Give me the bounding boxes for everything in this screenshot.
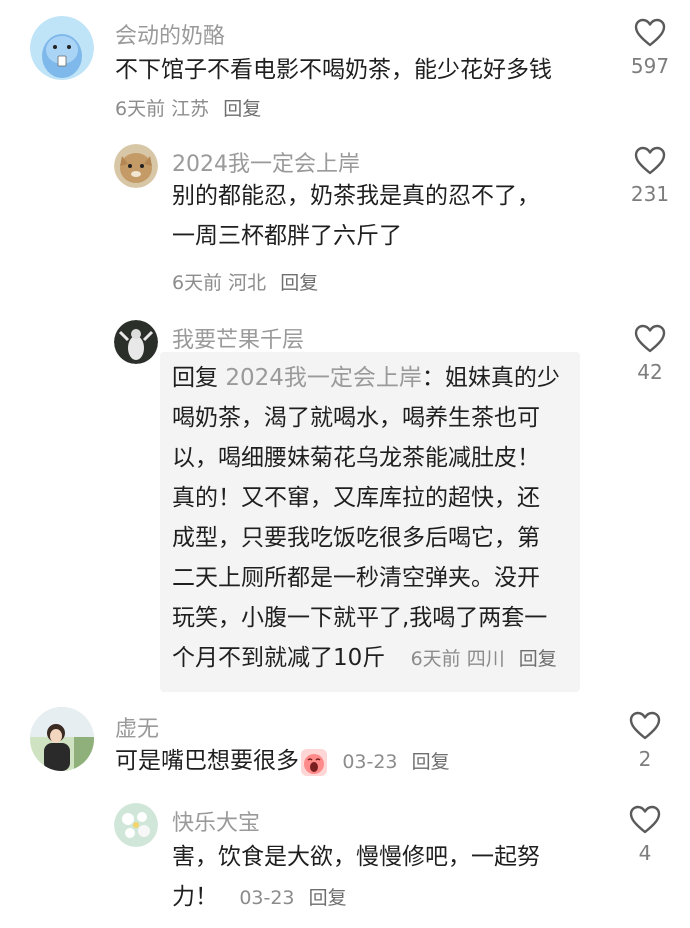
comment-line-text: 个月不到就减了10斤: [172, 645, 386, 671]
like-count: 231: [630, 182, 670, 206]
like-count: 42: [637, 360, 663, 384]
comment-line: 力！ 03-23 回复: [172, 877, 602, 918]
comment-time: 03-23: [342, 751, 398, 773]
comment-line: 玩笑，小腹一下就平了,我喝了两套一: [172, 605, 548, 631]
comment-line: 成型，只要我吃饭吃很多后喝它，第: [172, 525, 540, 551]
like-button[interactable]: 4: [615, 805, 675, 865]
comment-line: 害，饮食是大欲，慢慢修吧，一起努: [172, 844, 540, 870]
reply-prefix: 回复: [172, 365, 218, 391]
comment-meta: 03-23 回复: [239, 887, 346, 909]
heart-outline-icon: [634, 18, 666, 47]
comment-line: 个月不到就减了10斤 6天前 四川 回复: [172, 638, 592, 679]
comment-author[interactable]: 我要芒果千层: [172, 322, 304, 354]
comment-author[interactable]: 虚无: [115, 711, 159, 743]
heart-outline-icon: [629, 711, 661, 740]
like-count: 597: [630, 54, 670, 78]
comment-meta: 6天前 四川 回复: [411, 648, 557, 670]
reply-button[interactable]: 回复: [280, 272, 318, 294]
comment-meta: 03-23 回复: [342, 751, 449, 773]
reply-button[interactable]: 回复: [223, 98, 261, 120]
comment-meta: 6天前 河北 回复: [172, 268, 318, 295]
reply-to-user[interactable]: 2024我一定会上岸: [225, 365, 422, 391]
heart-outline-icon: [629, 805, 661, 834]
comment-text: 可是嘴巴想要很多 03-23 回复: [115, 741, 615, 782]
reply-item: 我要芒果千层 回复 2024我一定会上岸：姐妹真的少 喝奶茶，渴了就喝水，喝养生…: [0, 310, 690, 695]
comment-author[interactable]: 会动的奶酪: [115, 18, 225, 50]
comment-item: 虚无 可是嘴巴想要很多 03-23 回复 2: [0, 695, 690, 795]
comment-line: 二天上厕所都是一秒清空弹夹。没开: [172, 565, 540, 591]
comment-time: 6天前: [172, 272, 223, 294]
comment-location: 四川: [466, 648, 505, 670]
comment-location: 河北: [228, 272, 267, 294]
comment-time: 6天前: [115, 98, 166, 120]
comment-time: 03-23: [239, 887, 295, 909]
heart-outline-icon: [634, 146, 666, 175]
comment-line-text: 力！: [172, 884, 218, 910]
comment-line: 喝奶茶，渴了就喝水，喝养生茶也可: [172, 405, 540, 431]
reply-item: 2024我一定会上岸 别的都能忍，奶茶我是真的忍不了， 一周三杯都胖了六斤了 6…: [0, 130, 690, 310]
comment-text: 害，饮食是大欲，慢慢修吧，一起努 力！ 03-23 回复: [172, 837, 602, 918]
heart-outline-icon: [634, 324, 666, 353]
comment-line: 一周三杯都胖了六斤了: [172, 223, 402, 249]
like-button[interactable]: 2: [615, 711, 675, 771]
reply-button[interactable]: 回复: [309, 887, 347, 909]
reply-button[interactable]: 回复: [519, 648, 557, 670]
comment-line: 以，喝细腰妹菊花乌龙茶能减肚皮！: [172, 445, 540, 471]
like-button[interactable]: 597: [620, 18, 680, 78]
avatar[interactable]: [114, 320, 158, 364]
comment-meta: 6天前 江苏 回复: [115, 94, 261, 121]
avatar[interactable]: [30, 16, 94, 80]
comment-line: 回复 2024我一定会上岸：姐妹真的少: [172, 358, 592, 398]
comment-text-content: 不下馆子不看电影不喝奶茶，能少花好多钱: [115, 57, 552, 83]
comment-text-content: 可是嘴巴想要很多: [115, 748, 299, 774]
comment-text: 别的都能忍，奶茶我是真的忍不了， 一周三杯都胖了六斤了: [172, 176, 602, 256]
comment-author[interactable]: 2024我一定会上岸: [172, 146, 360, 178]
comment-time: 6天前: [410, 648, 461, 670]
reply-item: 快乐大宝 害，饮食是大欲，慢慢修吧，一起努 力！ 03-23 回复 4: [0, 795, 690, 928]
comment-text: 回复 2024我一定会上岸：姐妹真的少 喝奶茶，渴了就喝水，喝养生茶也可 以，喝…: [172, 358, 592, 679]
like-button[interactable]: 231: [620, 146, 680, 206]
crying-face-emoji: [301, 748, 327, 776]
like-count: 4: [638, 841, 652, 865]
comment-item: 会动的奶酪 不下馆子不看电影不喝奶茶，能少花好多钱 6天前 江苏 回复 597: [0, 0, 690, 130]
comment-author[interactable]: 快乐大宝: [172, 805, 260, 837]
comment-location: 江苏: [171, 98, 210, 120]
avatar[interactable]: [114, 803, 158, 847]
avatar[interactable]: [30, 707, 94, 771]
comment-text: 不下馆子不看电影不喝奶茶，能少花好多钱: [115, 50, 615, 90]
comment-line: 真的！又不窜，又库库拉的超快，还: [172, 485, 540, 511]
like-count: 2: [638, 747, 652, 771]
avatar[interactable]: [114, 144, 158, 188]
like-button[interactable]: 42: [620, 324, 680, 384]
reply-button[interactable]: 回复: [412, 751, 450, 773]
comment-line: 别的都能忍，奶茶我是真的忍不了，: [172, 183, 540, 209]
comment-line-text: ：姐妹真的少: [421, 365, 560, 391]
